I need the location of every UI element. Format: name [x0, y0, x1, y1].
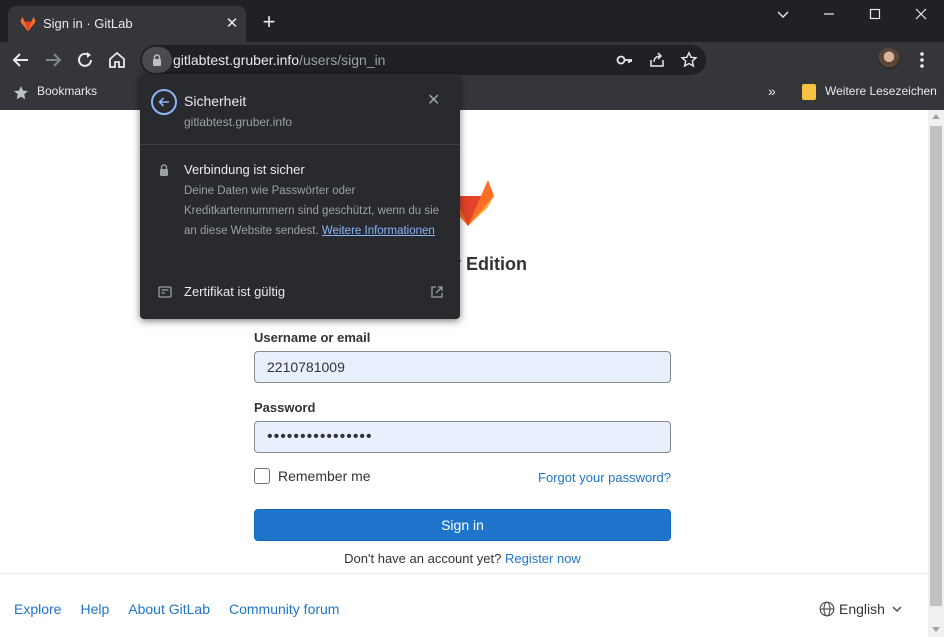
bookmark-star-icon[interactable]	[680, 51, 698, 69]
no-account-text: Don't have an account yet?	[344, 551, 502, 566]
folder-icon	[802, 84, 816, 100]
remember-label[interactable]: Remember me	[278, 468, 371, 484]
home-icon[interactable]	[103, 46, 131, 74]
address-bar[interactable]: gitlabtest.gruber.info/users/sign_in	[140, 45, 706, 75]
gitlab-favicon-icon	[20, 16, 36, 32]
language-selector[interactable]: English	[819, 601, 907, 617]
connection-description: Deine Daten wie Passwörter oder Kreditka…	[184, 185, 440, 237]
close-popup-icon[interactable]: ✕	[427, 92, 440, 110]
site-security-popup: Sicherheit gitlabtest.gruber.info ✕ Verb…	[140, 74, 460, 319]
minimize-icon[interactable]	[806, 2, 852, 26]
connection-status: Verbindung ist sicher	[184, 162, 305, 177]
profile-avatar[interactable]	[878, 48, 900, 70]
tab-strip: Sign in · GitLab ✕ +	[0, 0, 944, 42]
tab-title: Sign in · GitLab	[43, 16, 133, 31]
lock-icon	[160, 164, 168, 176]
star-icon	[14, 86, 28, 100]
browser-tab[interactable]: Sign in · GitLab ✕	[8, 6, 246, 42]
remember-checkbox[interactable]	[254, 468, 270, 484]
popup-title: Sicherheit	[184, 93, 247, 109]
footer-divider	[0, 573, 928, 574]
key-icon[interactable]	[616, 51, 634, 69]
external-link-icon[interactable]	[430, 285, 444, 299]
language-label: English	[839, 601, 885, 617]
page-scrollbar[interactable]	[928, 110, 944, 637]
footer-nav: Explore Help About GitLab Community foru…	[14, 601, 339, 617]
register-prompt: Don't have an account yet? Register now	[254, 551, 671, 566]
browser-toolbar: gitlabtest.gruber.info/users/sign_in	[0, 42, 944, 78]
back-arrow-icon[interactable]	[151, 89, 177, 115]
scroll-down-icon[interactable]	[932, 627, 940, 632]
password-label: Password	[254, 400, 316, 415]
username-input[interactable]: 2210781009	[254, 351, 671, 383]
scroll-thumb[interactable]	[930, 126, 942, 606]
footer-link-about[interactable]: About GitLab	[128, 601, 210, 617]
other-bookmarks-button[interactable]: Weitere Lesezeichen	[825, 84, 937, 98]
remember-me[interactable]: Remember me	[254, 468, 371, 484]
new-tab-icon[interactable]: +	[257, 10, 281, 34]
url-text[interactable]: gitlabtest.gruber.info/users/sign_in	[173, 52, 385, 68]
scroll-up-icon[interactable]	[932, 114, 940, 119]
forward-icon[interactable]	[39, 46, 67, 74]
bookmarks-button[interactable]: Bookmarks	[37, 84, 97, 98]
back-icon[interactable]	[7, 46, 35, 74]
register-link[interactable]: Register now	[505, 551, 581, 566]
more-info-link[interactable]: Weitere Informationen	[322, 225, 435, 237]
close-tab-icon[interactable]: ✕	[222, 14, 242, 34]
popup-divider	[140, 144, 460, 145]
password-input[interactable]: ••••••••••••••••	[254, 421, 671, 453]
close-window-icon[interactable]	[898, 2, 944, 26]
reload-icon[interactable]	[71, 46, 99, 74]
footer-link-help[interactable]: Help	[80, 601, 109, 617]
tab-search-icon[interactable]	[760, 2, 806, 26]
more-menu-icon[interactable]	[912, 50, 932, 70]
sign-in-button[interactable]: Sign in	[254, 509, 671, 541]
globe-icon	[819, 601, 835, 617]
chevron-down-icon	[892, 606, 902, 613]
maximize-icon[interactable]	[852, 2, 898, 26]
popup-host: gitlabtest.gruber.info	[184, 115, 293, 129]
share-icon[interactable]	[648, 51, 666, 69]
certificate-icon	[158, 286, 172, 298]
lock-icon	[153, 54, 161, 66]
bookmarks-overflow-icon[interactable]: »	[768, 83, 776, 99]
certificate-button[interactable]: Zertifikat ist gültig	[184, 284, 285, 299]
footer-link-forum[interactable]: Community forum	[229, 601, 339, 617]
footer-link-explore[interactable]: Explore	[14, 601, 61, 617]
username-label: Username or email	[254, 330, 371, 345]
forgot-password-link[interactable]: Forgot your password?	[538, 470, 671, 485]
site-info-button[interactable]	[142, 47, 172, 73]
